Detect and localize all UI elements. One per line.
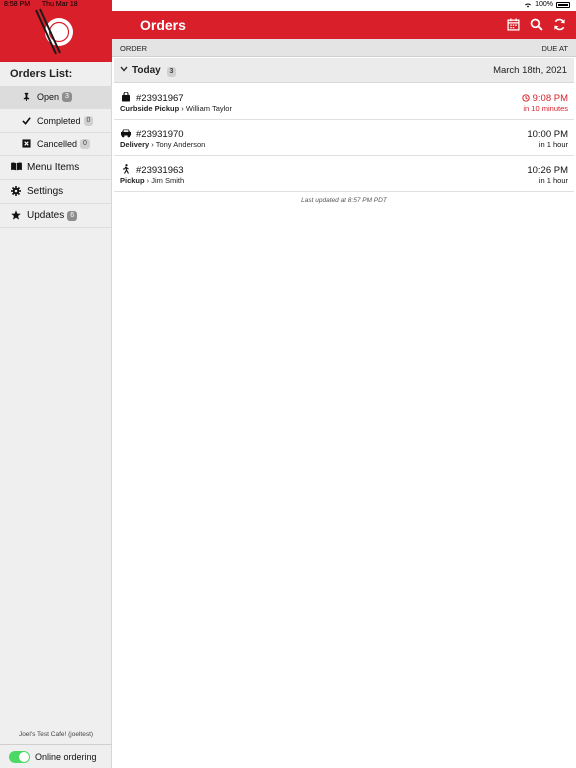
group-label: Today: [132, 65, 161, 76]
online-ordering-row: Online ordering: [0, 744, 112, 768]
count-badge: 0: [83, 116, 94, 126]
battery-percent: 100%: [535, 1, 553, 8]
book-icon: [10, 162, 22, 173]
customer-name: William Taylor: [185, 104, 232, 113]
column-due-at: DUE AT: [541, 44, 568, 53]
column-order: ORDER: [120, 44, 148, 53]
search-icon[interactable]: [530, 18, 543, 31]
sidebar-item-label: Open: [37, 92, 60, 102]
due-relative: in 1 hour: [538, 176, 568, 185]
sidebar-item-completed[interactable]: Completed 0: [0, 110, 112, 133]
status-bar: 8:58 PM Thu Mar 18 100%: [0, 0, 576, 11]
sidebar-item-settings[interactable]: Settings: [0, 180, 112, 204]
due-relative: in 1 hour: [538, 140, 568, 149]
order-row[interactable]: #23931970 Delivery › Tony Anderson 10:00…: [114, 120, 574, 156]
online-ordering-toggle[interactable]: [9, 750, 30, 763]
due-time: 10:26 PM: [527, 165, 568, 176]
order-row[interactable]: #23931967 Curbside Pickup › William Tayl…: [114, 84, 574, 120]
order-number: #23931963: [136, 165, 184, 176]
sidebar-item-label: Settings: [27, 186, 64, 197]
sidebar-item-cancelled[interactable]: Cancelled 0: [0, 133, 112, 156]
order-number: #23931967: [136, 93, 184, 104]
customer-name: Tony Anderson: [155, 140, 206, 149]
online-ordering-label: Online ordering: [35, 751, 97, 762]
chevron-down-icon: [120, 65, 128, 74]
clock-icon: [522, 94, 530, 102]
battery-icon: [556, 1, 570, 8]
group-date: March 18th, 2021: [493, 65, 567, 76]
x-square-icon: [20, 138, 32, 150]
car-icon: [121, 129, 131, 138]
sidebar-item-label: Menu Items: [27, 162, 80, 173]
sidebar-item-label: Updates: [27, 210, 65, 221]
check-icon: [20, 116, 32, 127]
last-updated: Last updated at 8:57 PM PDT: [301, 197, 387, 204]
count-badge: 3: [62, 92, 72, 102]
order-type: Delivery: [120, 140, 150, 149]
top-bar: Orders: [112, 11, 576, 39]
sidebar-item-updates[interactable]: Updates 6: [0, 204, 112, 228]
gear-icon: [10, 185, 22, 198]
bag-icon: [122, 92, 130, 102]
sidebar-item-menu-items[interactable]: Menu Items: [0, 156, 112, 180]
plate-chopsticks-logo: [35, 8, 73, 55]
calendar-icon[interactable]: [507, 18, 520, 31]
status-date: Thu Mar 18: [41, 1, 78, 8]
sidebar-item-label: Cancelled: [37, 139, 78, 149]
count-badge: 3: [166, 67, 177, 77]
due-time: 10:00 PM: [527, 129, 568, 140]
group-header-today[interactable]: Today 3 March 18th, 2021: [114, 58, 574, 83]
due-relative: in 10 minutes: [523, 104, 568, 113]
order-number: #23931970: [136, 129, 184, 140]
column-header: ORDER DUE AT: [112, 39, 576, 57]
order-type: Pickup: [120, 176, 145, 185]
count-badge: 0: [80, 139, 90, 149]
walking-icon: [123, 164, 129, 174]
star-icon: [10, 209, 22, 222]
status-time: 8:58 PM: [4, 1, 31, 8]
order-type: Curbside Pickup: [120, 104, 180, 113]
page-title: Orders: [140, 17, 186, 33]
order-row[interactable]: #23931963 Pickup › Jim Smith 10:26 PM in…: [114, 156, 574, 192]
sidebar-item-open[interactable]: Open 3: [0, 86, 112, 109]
cafe-name: Joel's Test Cafe! (joeltest): [18, 731, 94, 738]
sidebar-item-label: Completed: [37, 116, 81, 126]
due-time: 9:08 PM: [532, 93, 568, 104]
sidebar: Orders List: Open 3 Completed 0 Cancelle…: [0, 0, 112, 768]
count-badge: 6: [67, 210, 78, 221]
customer-name: Jim Smith: [151, 176, 185, 185]
wifi-icon: [525, 3, 532, 8]
pin-icon: [20, 92, 32, 103]
orders-list-title: Orders List:: [10, 68, 73, 80]
refresh-icon[interactable]: [553, 18, 566, 31]
